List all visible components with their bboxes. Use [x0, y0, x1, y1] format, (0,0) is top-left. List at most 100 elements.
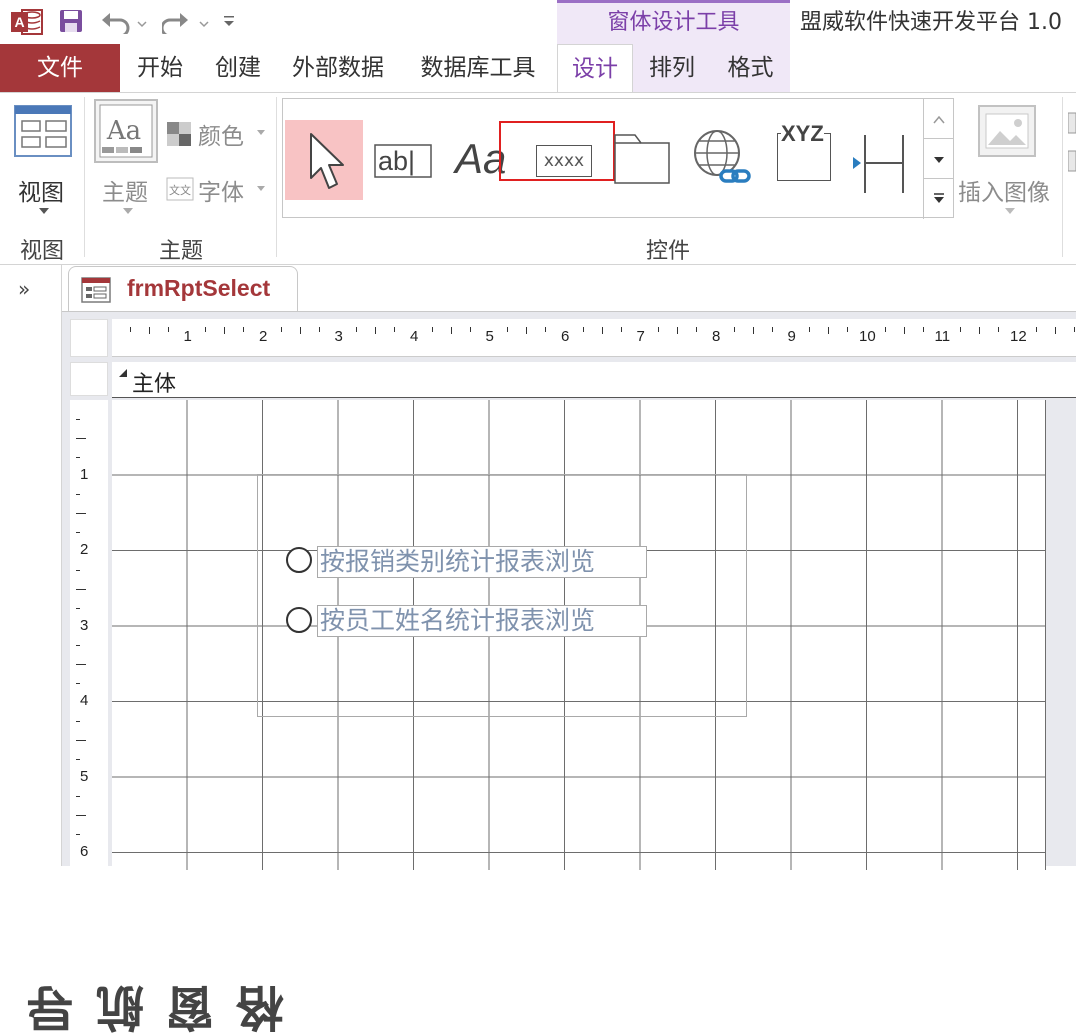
vertical-ruler: 1 2 3 4 5 6 — [70, 400, 108, 870]
ruler-tick — [526, 327, 528, 334]
hyperlink-icon[interactable] — [691, 127, 755, 191]
group-label-themes: 主题 — [158, 239, 203, 264]
ruler-number: 7 — [636, 328, 645, 345]
form-object-icon — [81, 277, 111, 303]
ruler-tick — [76, 607, 80, 609]
ruler-tick — [243, 327, 245, 332]
ruler-tick — [677, 327, 679, 334]
undo-icon[interactable] — [100, 8, 148, 34]
ruler-tick — [76, 513, 86, 515]
colors-icon — [167, 122, 191, 146]
ruler-tick — [76, 532, 80, 534]
ruler-tick — [620, 327, 622, 332]
section-selector[interactable] — [70, 362, 108, 396]
insert-image-label: 插入图像 — [958, 180, 1050, 206]
ruler-tick — [76, 796, 80, 798]
ruler-tick — [76, 739, 86, 741]
insert-image-button[interactable]: 插入图像 — [958, 99, 1058, 223]
tab-create[interactable]: 创建 — [200, 44, 276, 92]
nav-pane-toggle[interactable]: » — [18, 277, 30, 301]
ruler-tick — [76, 720, 80, 722]
ruler-number: 4 — [410, 328, 419, 345]
ruler-tick — [903, 327, 905, 334]
horizontal-ruler: 1 2 3 4 5 6 7 8 9 10 11 12 — [112, 319, 1076, 357]
tab-file[interactable]: 文件 — [0, 44, 120, 92]
tab-home[interactable]: 开始 — [120, 44, 200, 92]
ruler-tick — [318, 327, 320, 332]
ruler-tick — [1035, 327, 1037, 332]
ruler-tick — [224, 327, 226, 334]
ruler-tick — [205, 327, 207, 332]
view-button[interactable]: 视图 — [8, 99, 76, 223]
gallery-more[interactable] — [923, 179, 954, 219]
option-label-1[interactable]: 按报销类别统计报表浏览 — [317, 546, 647, 578]
group-label-views: 视图 — [19, 239, 64, 264]
insert-image-icon — [978, 105, 1036, 157]
fonts-button[interactable]: 文文 字体 — [166, 173, 270, 206]
gallery-scroll-down[interactable] — [923, 139, 954, 179]
ruler-tick — [733, 327, 735, 332]
ruler-tick — [76, 456, 80, 458]
form-selector[interactable] — [70, 319, 108, 357]
ruler-number: 3 — [80, 616, 89, 634]
xyz-tool-button[interactable]: XYZ — [773, 119, 833, 203]
customize-toolbar-icon[interactable] — [222, 12, 236, 30]
view-button-label: 视图 — [18, 180, 64, 206]
fonts-label: 字体 — [198, 180, 244, 206]
ruler-tick — [582, 327, 584, 332]
detail-section-bar[interactable]: 主体 — [112, 362, 1076, 398]
save-icon[interactable] — [58, 8, 84, 34]
ruler-tick — [76, 645, 80, 647]
app-title: 盟威软件快速开发平台 1.0 — [800, 10, 1062, 35]
ruler-number: 12 — [1010, 328, 1027, 345]
ruler-tick — [76, 815, 86, 817]
ruler-number: 11 — [934, 328, 951, 345]
ruler-number: 1 — [80, 465, 89, 483]
document-tab[interactable]: frmRptSelect — [68, 266, 298, 312]
ruler-number: 4 — [80, 692, 89, 709]
pointer-arrow-icon — [310, 133, 344, 189]
tab-arrange[interactable]: 排列 — [633, 44, 711, 92]
nav-pane-title[interactable]: 导航窗格 — [20, 985, 293, 1033]
form-view-icon — [14, 105, 72, 157]
tab-design[interactable]: 设计 — [557, 44, 633, 92]
ruler-number: 2 — [80, 541, 89, 558]
select-tool-button[interactable] — [285, 120, 363, 200]
svg-text:文文: 文文 — [169, 183, 191, 197]
option-radio-2[interactable] — [286, 607, 312, 633]
tab-external-data[interactable]: 外部数据 — [276, 44, 400, 92]
ruler-tick — [884, 327, 886, 332]
controls-gallery: ab| Aa xxxx XYZ — [282, 98, 954, 219]
themes-button[interactable]: Aa 主题 — [92, 99, 160, 223]
gallery-scroll-up[interactable] — [923, 99, 954, 139]
theme-icon: Aa — [94, 99, 158, 163]
option-group-frame[interactable] — [257, 474, 747, 717]
colors-label: 颜色 — [198, 124, 244, 150]
tab-format[interactable]: 格式 — [711, 44, 790, 92]
textbox-tool-button[interactable]: ab| — [373, 121, 433, 201]
ruler-tick — [1073, 327, 1075, 332]
dropdown-arrow-icon — [257, 130, 265, 135]
ruler-tick — [299, 327, 301, 334]
dropdown-arrow-icon — [123, 208, 133, 214]
ruler-number: 9 — [787, 328, 796, 345]
page-break-icon[interactable] — [851, 133, 911, 195]
option-label-2[interactable]: 按员工姓名统计报表浏览 — [317, 605, 647, 637]
group-label-controls: 控件 — [645, 239, 690, 264]
ruler-tick — [545, 327, 547, 332]
ruler-tick — [1054, 327, 1056, 334]
ruler-number: 1 — [183, 328, 192, 345]
ruler-tick — [280, 327, 282, 332]
colors-button[interactable]: 颜色 — [166, 117, 270, 150]
scroll-down-icon — [934, 157, 944, 163]
svg-text:Aa: Aa — [106, 116, 141, 146]
redo-icon[interactable] — [162, 8, 210, 34]
tab-database-tools[interactable]: 数据库工具 — [400, 44, 556, 92]
tab-control-icon[interactable] — [613, 133, 671, 185]
option-radio-1[interactable] — [286, 547, 312, 573]
dropdown-arrow-icon — [257, 186, 265, 191]
group-separator — [1062, 97, 1063, 257]
design-grid[interactable]: 按报销类别统计报表浏览 按员工姓名统计报表浏览 — [112, 400, 1046, 870]
scroll-up-icon — [933, 115, 945, 124]
ruler-tick — [809, 327, 811, 332]
